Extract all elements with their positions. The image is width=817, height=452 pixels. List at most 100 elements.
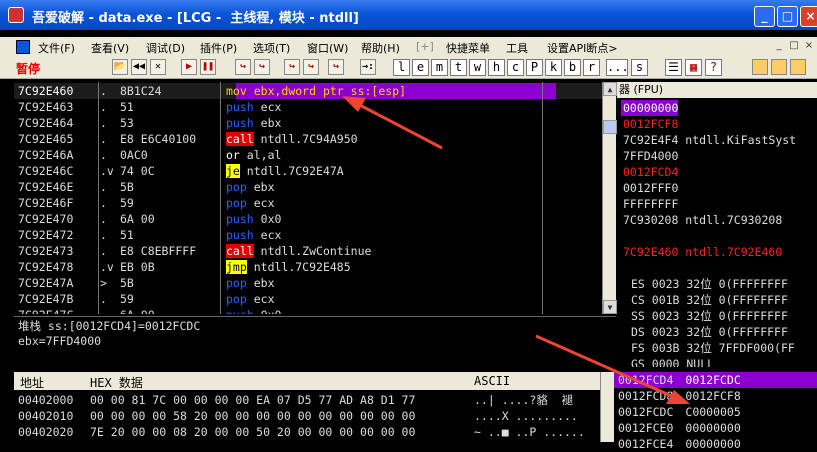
stack-pane[interactable]: 0012FCD4 0012FCDC 0012FCD8 0012FCF8 0012FCDC… [614,370,817,451]
close-button[interactable]: × [800,6,817,27]
modules-button[interactable]: e [412,59,429,76]
disasm-row[interactable]: 7C92E470. 6A 00 push 0x0 [14,211,602,227]
menu-view[interactable]: 查看(V) [91,40,129,56]
help-icon[interactable]: ? [705,59,722,76]
execute-till-return-icon[interactable]: ↪ [328,59,344,75]
disasm-instruction: push ecx [226,99,281,115]
memory-button[interactable]: m [431,59,448,76]
disasm-row[interactable]: 7C92E46A. 0AC0 or al,al [14,147,602,163]
grid-icon[interactable]: ▦ [685,59,702,76]
disasm-mnemonic: call [226,244,254,258]
disasm-row[interactable]: 7C92E460. 8B1C24 mov ebx,dword ptr ss:[esp… [14,83,602,99]
trace-over-icon[interactable]: ↪ [303,59,319,75]
scroll-thumb[interactable] [603,120,617,134]
handles-button[interactable]: h [488,59,505,76]
list-icon[interactable]: ☰ [665,59,682,76]
mdi-minimize-button[interactable]: _ [772,39,786,53]
menu-options[interactable]: 选项(T) [253,40,290,56]
dump-scrollbar[interactable] [600,372,614,442]
step-into-icon[interactable]: ↪ [235,59,251,75]
disassembly-scrollbar[interactable]: ▲ ▼ [602,82,617,314]
maximize-button[interactable]: □ [777,6,798,27]
breakpoints-button[interactable]: b [564,59,581,76]
disasm-marker: . [100,180,107,194]
run-trace-button[interactable]: ... [606,59,629,76]
menu-set-api-breakpoint[interactable]: 设置API断点> [547,40,618,56]
trace-into-icon[interactable]: ↪ [284,59,300,75]
register-row[interactable]: FFFFFFFF [623,196,678,212]
menu-plugins[interactable]: 插件(P) [200,40,237,56]
disasm-row[interactable]: 7C92E464. 53 push ebx [14,115,602,131]
registers-pane[interactable]: 器 (FPU) 00000000 0012FCF8 7C92E4F4 ntdll.K… [617,82,817,367]
plugin-icon-3[interactable] [790,59,806,75]
register-row[interactable]: FS 003B 32位 7FFDF000(FF [631,340,795,356]
step-over-icon[interactable]: ↪ [254,59,270,75]
run-icon[interactable]: ▶ [181,59,197,75]
close-program-icon[interactable]: ✕ [150,59,166,75]
minimize-button[interactable]: _ [754,6,775,27]
register-row[interactable]: ES 0023 32位 0(FFFFFFFF [631,276,788,292]
register-row[interactable]: GS 0000 NULL [631,356,714,367]
stack-row[interactable]: 0012FCE0 00000000 [618,420,741,436]
goto-icon[interactable]: →: [360,59,376,75]
register-row[interactable]: CS 001B 32位 0(FFFFFFFF [631,292,788,308]
menu-plus[interactable]: [+] [416,40,434,53]
mdi-restore-button[interactable]: □ [787,39,801,53]
stack-row[interactable]: 0012FCD8 0012FCF8 [618,388,741,404]
dump-col-hex[interactable]: HEX 数据 [90,374,143,391]
disasm-row[interactable]: 7C92E46C .v 74 0C je ntdll.7C92E47A [14,163,602,179]
threads-button[interactable]: t [450,59,467,76]
disasm-row[interactable]: 7C92E47B. 59 pop ecx [14,291,602,307]
stack-row[interactable]: 0012FCDC C0000005 [618,404,741,420]
disassembly-pane[interactable]: 7C92E460. 8B1C24 mov ebx,dword ptr ss:[esp… [14,82,602,314]
scroll-up-icon[interactable]: ▲ [603,82,617,96]
menu-debug[interactable]: 调试(D) [146,40,185,56]
references-button[interactable]: r [583,59,600,76]
cpu-button[interactable]: c [507,59,524,76]
register-row[interactable]: 7C92E4F4 ntdll.KiFastSyst [623,132,796,148]
register-row[interactable]: 7C930208 ntdll.7C930208 [623,212,782,228]
plugin-icon-2[interactable] [771,59,787,75]
disasm-row[interactable]: 7C92E465. E8 E6C40100 call ntdll.7C94A950 [14,131,602,147]
register-row[interactable]: 0012FFF0 [623,180,678,196]
disasm-row[interactable]: 7C92E463. 51 push ecx [14,99,602,115]
menu-shortcut[interactable]: 快捷菜单 [446,40,490,56]
disasm-row[interactable]: 7C92E47C. 6A 00 push 0x0 [14,307,602,314]
log-window-button[interactable]: l [393,59,410,76]
plugin-icon-1[interactable] [752,59,768,75]
windows-button[interactable]: w [469,59,486,76]
menu-tools[interactable]: 工具 [506,40,528,56]
scroll-down-icon[interactable]: ▼ [603,300,617,314]
mdi-close-button[interactable]: × [802,39,816,53]
register-row[interactable]: 0012FCF8 [623,116,678,132]
disasm-address: 7C92E472 [18,228,74,242]
register-row[interactable]: 00000000 [621,100,679,116]
dump-col-address[interactable]: 地址 [20,374,44,391]
stack-row[interactable]: 0012FCD4 0012FCDC [614,372,817,388]
disasm-instruction: push ebx [226,115,281,131]
menu-file[interactable]: 文件(F) [38,40,75,56]
call-stack-button[interactable]: k [545,59,562,76]
pause-icon[interactable]: ❚❚ [200,59,216,75]
dump-pane[interactable]: 00402000 00 00 81 7C 00 00 00 00 EA 07 D5… [14,390,610,442]
source-button[interactable]: s [631,59,648,76]
register-row[interactable]: SS 0023 32位 0(FFFFFFFF [631,308,788,324]
open-icon[interactable]: 📂 [112,59,128,75]
restart-icon[interactable]: ◀◀ [131,59,147,75]
register-row[interactable]: 7C92E460 ntdll.7C92E460 [623,244,782,260]
disasm-row[interactable]: 7C92E47A >5B pop ebx [14,275,602,291]
disasm-row[interactable]: 7C92E473. E8 C8EBFFFF call ntdll.ZwContinu… [14,243,602,259]
dump-col-ascii[interactable]: ASCII [474,374,510,388]
disasm-row[interactable]: 7C92E46E. 5B pop ebx [14,179,602,195]
disasm-row[interactable]: 7C92E46F. 59 pop ecx [14,195,602,211]
register-row[interactable]: 0012FCD4 [623,164,678,180]
register-row[interactable]: 7FFD4000 [623,148,678,164]
register-row[interactable]: DS 0023 32位 0(FFFFFFFF [631,324,788,340]
stack-row[interactable]: 0012FCE4 00000000 [618,436,741,452]
menu-help[interactable]: 帮助(H) [361,40,400,56]
stack-address: 0012FCD4 [618,373,674,387]
disasm-row[interactable]: 7C92E478 .v EB 0B jmp ntdll.7C92E485 [14,259,602,275]
menu-window[interactable]: 窗口(W) [307,40,348,56]
disasm-row[interactable]: 7C92E472. 51 push ecx [14,227,602,243]
patches-button[interactable]: P [526,59,543,76]
